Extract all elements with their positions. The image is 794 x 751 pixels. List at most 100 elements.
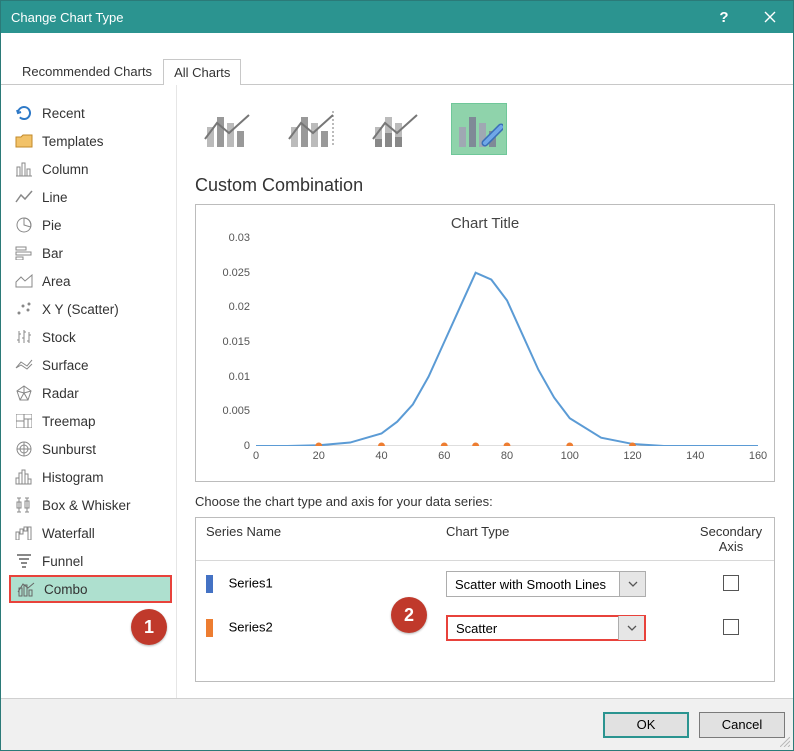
plot-surface [256,238,758,446]
dialog-content: Recent Templates Column Line Pie Bar [1,85,793,698]
combo-thumb-icon [455,109,503,149]
secondary-axis-checkbox-series2[interactable] [723,619,739,635]
chevron-down-icon [618,616,644,640]
y-axis: 00.0050.010.0150.020.0250.03 [208,238,254,446]
sidebar-item-sunburst[interactable]: Sunburst [9,435,172,463]
chevron-down-icon [619,572,645,596]
waterfall-chart-icon [15,524,33,542]
col-secondary-axis: Secondary Axis [698,524,764,554]
line-chart-icon [15,188,33,206]
sidebar-item-label: Bar [42,246,63,261]
sidebar-item-label: X Y (Scatter) [42,302,119,317]
col-series-name: Series Name [206,524,446,554]
window-title: Change Chart Type [11,10,701,25]
sidebar-item-scatter[interactable]: X Y (Scatter) [9,295,172,323]
sidebar-item-bar[interactable]: Bar [9,239,172,267]
series-table-header: Series Name Chart Type Secondary Axis [196,518,774,561]
recent-icon [15,104,33,122]
cancel-button[interactable]: Cancel [699,712,785,738]
ok-button[interactable]: OK [603,712,689,738]
sidebar-item-label: Line [42,190,68,205]
combo-subtype-custom[interactable] [451,103,507,155]
sidebar-item-templates[interactable]: Templates [9,127,172,155]
combo-subtype-2[interactable] [283,103,339,155]
sidebar-item-label: Radar [42,386,79,401]
combo-chart-icon [17,580,35,598]
treemap-chart-icon [15,412,33,430]
sidebar-item-label: Combo [44,582,88,597]
sidebar-item-label: Box & Whisker [42,498,131,513]
sidebar-item-label: Treemap [42,414,96,429]
annotation-badge-2: 2 [391,597,427,633]
combo-subtype-1[interactable] [199,103,255,155]
sidebar-item-combo[interactable]: Combo [9,575,172,603]
chart-plot-area: 00.0050.010.0150.020.0250.03 02040608010… [208,238,762,454]
sidebar-item-label: Histogram [42,470,104,485]
folder-icon [15,132,33,150]
dialog-footer: OK Cancel [1,698,793,750]
pie-chart-icon [15,216,33,234]
sidebar-item-stock[interactable]: Stock [9,323,172,351]
titlebar: Change Chart Type ? [1,1,793,33]
sidebar-item-box[interactable]: Box & Whisker [9,491,172,519]
choose-series-label: Choose the chart type and axis for your … [195,494,775,509]
sidebar-item-radar[interactable]: Radar [9,379,172,407]
dialog-change-chart-type: Change Chart Type ? Recommended Charts A… [0,0,794,751]
sidebar-item-area[interactable]: Area [9,267,172,295]
bar-chart-icon [15,244,33,262]
sidebar-item-recent[interactable]: Recent [9,99,172,127]
series-color-swatch [206,619,213,637]
sidebar-item-line[interactable]: Line [9,183,172,211]
tab-strip: Recommended Charts All Charts [1,55,793,85]
column-chart-icon [15,160,33,178]
surface-chart-icon [15,356,33,374]
help-button[interactable]: ? [701,1,747,33]
sidebar-item-treemap[interactable]: Treemap [9,407,172,435]
area-chart-icon [15,272,33,290]
annotation-badge-1: 1 [131,609,167,645]
chart-type-dropdown-series2[interactable]: Scatter [446,615,646,641]
sidebar-item-label: Column [42,162,89,177]
section-heading: Custom Combination [195,175,775,196]
sidebar-item-label: Area [42,274,71,289]
series-name: Series2 [229,619,273,634]
series-row: Series1 Scatter with Smooth Lines [196,561,774,607]
sidebar-item-label: Surface [42,358,89,373]
sidebar-item-pie[interactable]: Pie [9,211,172,239]
sidebar-item-surface[interactable]: Surface [9,351,172,379]
col-chart-type: Chart Type [446,524,698,554]
tab-recommended-charts[interactable]: Recommended Charts [11,58,163,84]
combo-thumb-icon [287,109,335,149]
funnel-chart-icon [15,552,33,570]
sunburst-chart-icon [15,440,33,458]
chart-type-dropdown-series1[interactable]: Scatter with Smooth Lines [446,571,646,597]
tab-all-charts[interactable]: All Charts [163,59,241,85]
sidebar-item-label: Waterfall [42,526,95,541]
secondary-axis-checkbox-series1[interactable] [723,575,739,591]
sidebar-item-histogram[interactable]: Histogram [9,463,172,491]
scatter-chart-icon [15,300,33,318]
sidebar-item-label: Sunburst [42,442,96,457]
combo-thumb-icon [371,109,419,149]
resize-grip-icon[interactable] [780,737,790,747]
main-panel: Custom Combination Chart Title 00.0050.0… [177,85,793,698]
sidebar-item-label: Recent [42,106,85,121]
close-icon [764,11,776,23]
sidebar-item-label: Pie [42,218,62,233]
sidebar-item-label: Funnel [42,554,83,569]
dropdown-value: Scatter with Smooth Lines [447,577,619,592]
close-button[interactable] [747,1,793,33]
histogram-chart-icon [15,468,33,486]
sidebar-item-waterfall[interactable]: Waterfall [9,519,172,547]
sidebar-item-column[interactable]: Column [9,155,172,183]
chart-title: Chart Title [208,215,762,232]
stock-chart-icon [15,328,33,346]
series-row: Series2 Scatter [196,607,774,681]
boxplot-chart-icon [15,496,33,514]
series-name: Series1 [229,575,273,590]
sidebar-item-label: Templates [42,134,104,149]
sidebar-item-funnel[interactable]: Funnel [9,547,172,575]
combo-subtype-3[interactable] [367,103,423,155]
combo-subtype-row [195,97,775,171]
x-axis: 020406080100120140160 [256,450,758,466]
